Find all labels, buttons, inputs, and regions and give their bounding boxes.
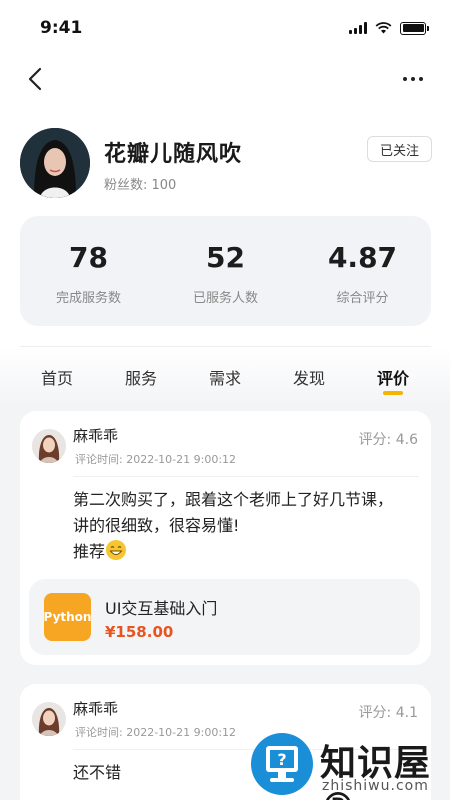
status-bar: 9:41 <box>0 0 450 56</box>
profile-name: 花瓣儿随风吹 <box>104 142 243 167</box>
stat-label: 已服务人数 <box>192 291 258 306</box>
stat-value: 52 <box>206 241 245 274</box>
wifi-icon <box>375 22 392 34</box>
follow-button[interactable]: 已关注 <box>366 136 432 162</box>
svg-text:?: ? <box>277 750 286 769</box>
review-score: 评分: 4.6 <box>358 432 418 448</box>
product-title: UI交互基础入门 <box>105 599 218 618</box>
profile-header: 花瓣儿随风吹 粉丝数: 100 已关注 <box>20 128 432 200</box>
avatar[interactable] <box>20 128 90 198</box>
grin-emoji-icon <box>106 540 127 560</box>
review-text-line: 讲的很细致，很容易懂! <box>73 516 240 535</box>
tab-services[interactable]: 服务 <box>121 365 161 389</box>
watermark-url: zhishiwu.com <box>322 778 429 794</box>
signal-icon <box>349 22 367 34</box>
review-text-line: 第二次购买了，跟着这个老师上了好几节课， <box>73 490 394 509</box>
product-price: ¥158.00 <box>105 623 174 641</box>
product-card[interactable]: Python UI交互基础入门 ¥158.00 <box>29 579 420 655</box>
fans-count: 粉丝数: 100 <box>104 178 177 193</box>
status-icons <box>349 21 429 35</box>
more-button[interactable] <box>398 64 428 94</box>
reviewer-avatar <box>32 429 66 463</box>
tab-home[interactable]: 首页 <box>37 365 77 389</box>
review-time: 评论时间: 2022-10-21 9:00:12 <box>75 726 237 739</box>
stat-overall-rating: 4.87 综合评分 <box>294 216 431 326</box>
tab-reviews[interactable]: 评价 <box>373 365 413 389</box>
stat-served-people: 52 已服务人数 <box>157 216 294 326</box>
stat-label: 完成服务数 <box>55 291 121 306</box>
review-text-line: 推荐 <box>73 542 106 561</box>
stat-completed-services: 78 完成服务数 <box>20 216 157 326</box>
stats-card: 78 完成服务数 52 已服务人数 4.87 综合评分 <box>20 216 431 326</box>
back-button[interactable] <box>20 64 50 94</box>
back-icon <box>28 67 42 91</box>
stat-label: 综合评分 <box>336 291 389 306</box>
watermark: ? 知识屋® zhishiwu.com <box>250 730 450 800</box>
review-score: 评分: 4.1 <box>358 705 418 721</box>
tab-demands[interactable]: 需求 <box>205 365 245 389</box>
reviewer-name: 麻乖乖 <box>73 427 119 445</box>
tab-bar: 首页 服务 需求 发现 评价 <box>0 365 450 399</box>
nav-bar <box>0 56 450 102</box>
watermark-logo-icon: ? <box>251 733 313 795</box>
product-thumbnail: Python <box>44 593 91 641</box>
more-icon <box>403 77 423 81</box>
review-card[interactable]: 麻乖乖 评论时间: 2022-10-21 9:00:12 评分: 4.6 第二次… <box>20 411 431 665</box>
tab-active-indicator <box>383 391 403 395</box>
battery-icon <box>400 21 429 35</box>
divider <box>73 476 419 477</box>
status-time: 9:41 <box>40 18 83 38</box>
stat-value: 78 <box>69 241 108 274</box>
tab-discover[interactable]: 发现 <box>289 365 329 389</box>
review-text: 第二次购买了，跟着这个老师上了好几节课， 讲的很细致，很容易懂! 推荐 <box>73 487 411 565</box>
reviewer-avatar <box>32 702 66 736</box>
review-time: 评论时间: 2022-10-21 9:00:12 <box>75 453 237 466</box>
stat-value: 4.87 <box>327 241 398 274</box>
reviewer-name: 麻乖乖 <box>73 700 119 718</box>
